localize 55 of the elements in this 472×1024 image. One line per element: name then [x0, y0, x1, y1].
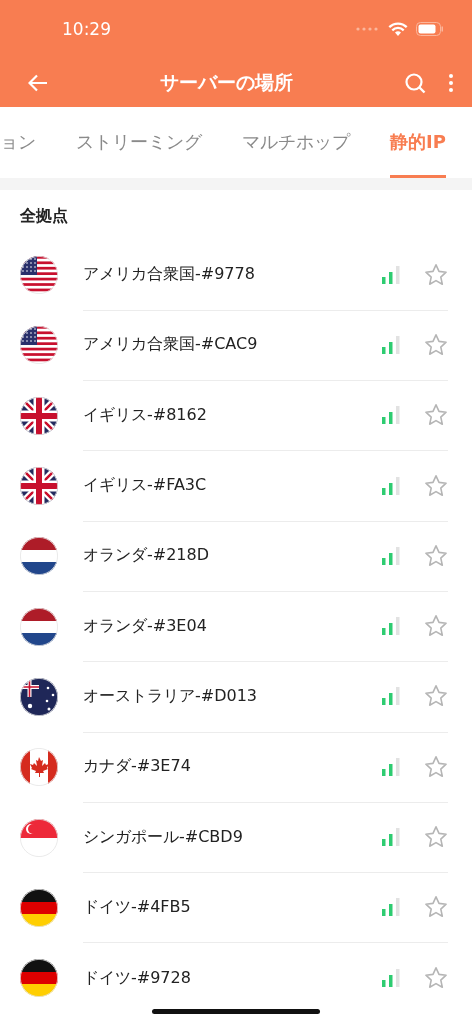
signal-strength-icon	[382, 757, 400, 776]
flag-icon	[20, 396, 58, 435]
tab[interactable]: ョン	[0, 107, 36, 178]
flag-icon	[20, 959, 58, 998]
server-name[interactable]: ドイツ-#4FB5	[83, 896, 382, 918]
search-button[interactable]	[404, 71, 426, 94]
back-button[interactable]	[28, 73, 48, 92]
tab[interactable]: ストリーミング	[76, 107, 202, 178]
favorite-star-button[interactable]	[424, 895, 448, 920]
flag-icon	[20, 888, 58, 927]
server-name[interactable]: オランダ-#3E04	[83, 615, 382, 637]
signal-strength-icon	[382, 335, 400, 354]
status-time: 10:29	[62, 19, 111, 39]
flag-icon	[20, 748, 58, 787]
server-name[interactable]: アメリカ合衆国-#CAC9	[83, 334, 382, 356]
flag-icon	[20, 467, 58, 506]
server-name[interactable]: アメリカ合衆国-#9778	[83, 264, 382, 286]
signal-strength-icon	[382, 476, 400, 495]
favorite-star-button[interactable]	[424, 825, 448, 849]
signal-strength-icon	[382, 265, 400, 284]
favorite-star-button[interactable]	[424, 403, 448, 428]
flag-icon	[20, 607, 58, 646]
favorite-star-button[interactable]	[424, 332, 448, 357]
signal-strength-icon	[382, 687, 400, 706]
favorite-star-button[interactable]	[424, 543, 448, 568]
battery-icon	[416, 22, 444, 36]
server-name[interactable]: シンガポール-#CBD9	[83, 826, 382, 848]
signal-strength-icon	[382, 546, 400, 565]
signal-strength-icon	[382, 406, 400, 425]
signal-strength-icon	[382, 617, 400, 636]
server-name[interactable]: ドイツ-#9728	[83, 967, 382, 989]
server-name[interactable]: オーストラリア-#D013	[83, 685, 382, 707]
flag-icon	[20, 537, 58, 576]
server-name[interactable]: イギリス-#8162	[83, 404, 382, 426]
server-name[interactable]: イギリス-#FA3C	[83, 475, 382, 497]
cellular-signal-icon	[356, 27, 380, 31]
favorite-star-button[interactable]	[424, 473, 448, 498]
flag-icon	[20, 256, 58, 295]
server-name[interactable]: カナダ-#3E74	[83, 756, 382, 778]
favorite-star-button[interactable]	[424, 684, 448, 709]
section-header: 全拠点	[19, 205, 69, 227]
favorite-star-button[interactable]	[424, 262, 448, 287]
favorite-star-button[interactable]	[424, 966, 448, 991]
signal-strength-icon	[382, 969, 400, 988]
more-menu-button[interactable]	[448, 72, 454, 93]
flag-icon	[20, 818, 58, 857]
wifi-icon	[388, 21, 408, 37]
signal-strength-icon	[382, 828, 400, 846]
flag-icon	[20, 326, 58, 365]
signal-strength-icon	[382, 898, 400, 917]
server-name[interactable]: オランダ-#218D	[83, 545, 382, 567]
screen-title: サーバーの場所	[158, 69, 294, 95]
favorite-star-button[interactable]	[424, 754, 448, 779]
favorite-star-button[interactable]	[424, 614, 448, 639]
flag-icon	[20, 677, 58, 716]
